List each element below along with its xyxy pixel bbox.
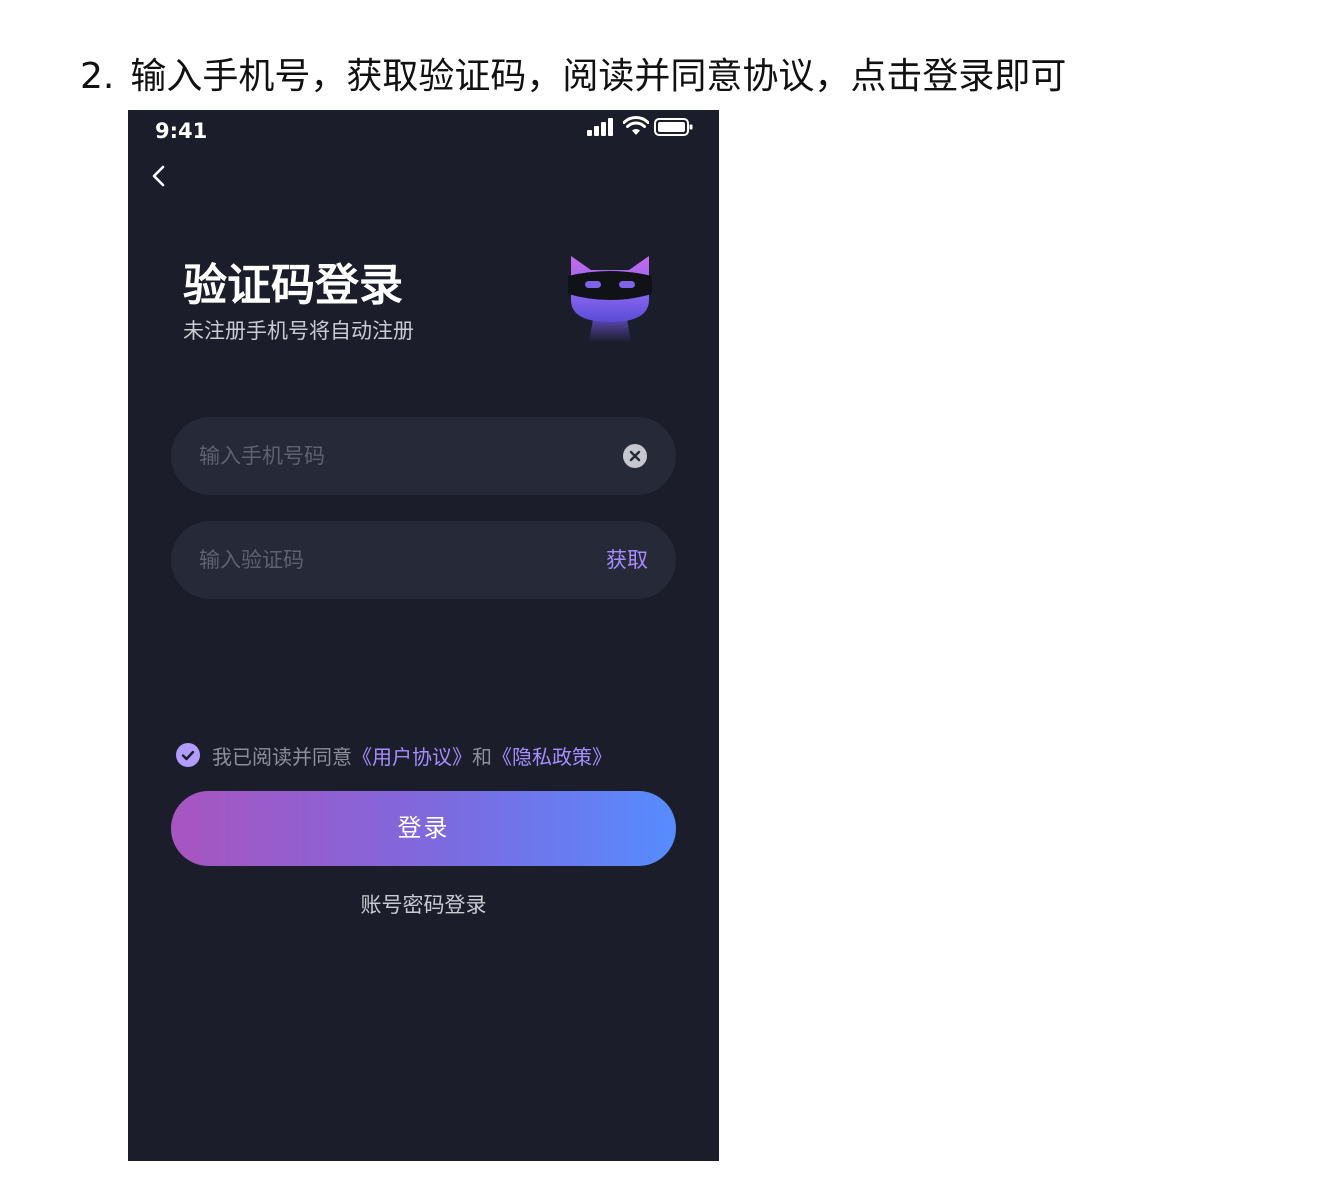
checkmark-icon [176,743,200,767]
code-input[interactable] [199,521,579,599]
step-number: 2. [80,56,115,97]
battery-icon [654,116,694,138]
clear-button[interactable] [623,444,647,468]
agreement-row: 我已阅读并同意 《用户协议》 和 《隐私政策》 [176,740,612,770]
clear-icon [623,444,647,468]
phone-screen: 9:41 验证码登录 未注册手机号将自动注册 输入手机号码 输入验证码 获取 我… [128,110,719,1161]
agreement-checkbox[interactable] [176,743,200,767]
back-button[interactable] [148,160,176,194]
page-subtitle: 未注册手机号将自动注册 [183,319,414,343]
signal-icon [587,116,615,138]
masked-cat-mascot-icon [565,250,655,342]
phone-field [171,417,676,495]
phone-input[interactable] [199,417,579,495]
code-field: 获取 [171,521,676,599]
privacy-policy-link[interactable]: 《隐私政策》 [492,741,612,770]
wifi-icon [623,116,649,138]
status-time: 9:41 [155,119,208,143]
instruction-text: 输入手机号，获取验证码，阅读并同意协议，点击登录即可 [130,56,1067,97]
user-agreement-link[interactable]: 《用户协议》 [352,741,472,770]
login-button[interactable]: 登录 [171,791,676,866]
status-icons [587,116,697,138]
password-login-link[interactable]: 账号密码登录 [128,890,719,920]
get-code-button[interactable]: 获取 [606,521,648,599]
page-title: 验证码登录 [183,260,403,311]
chevron-left-icon [152,165,165,187]
instruction-line: 2. 输入手机号，获取验证码，阅读并同意协议，点击登录即可 [80,52,1066,102]
agreement-prefix: 我已阅读并同意 [212,744,352,769]
agreement-connector: 和 [472,744,492,769]
